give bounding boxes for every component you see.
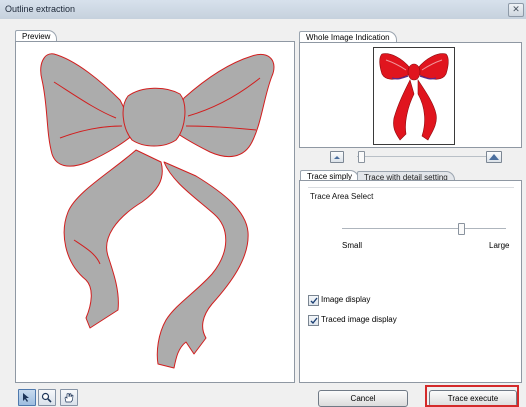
title-bar: Outline extraction ✕ xyxy=(0,0,526,20)
image-display-checkbox[interactable] xyxy=(308,295,319,306)
arrow-pointer-icon xyxy=(23,393,29,402)
traced-image-display-label: Traced image display xyxy=(321,315,397,324)
mountain-large-icon xyxy=(489,154,499,160)
zoom-tool-button[interactable] xyxy=(38,389,56,406)
mountain-small-icon xyxy=(334,156,340,159)
pan-tool-button[interactable] xyxy=(60,389,78,406)
checkmark-icon xyxy=(310,297,318,305)
whole-image-thumbnail[interactable] xyxy=(373,47,455,145)
magnifier-icon xyxy=(41,392,52,403)
trace-area-slider-thumb[interactable] xyxy=(458,223,465,235)
checkmark-icon xyxy=(310,317,318,325)
trace-execute-highlight xyxy=(425,385,519,407)
close-icon: ✕ xyxy=(512,4,520,14)
select-tool-button[interactable] xyxy=(18,389,36,406)
trace-panel: Trace Area Select Small Large Image disp… xyxy=(299,180,522,383)
tab-preview-label: Preview xyxy=(22,32,51,41)
preview-panel[interactable] xyxy=(15,41,295,383)
traced-image-display-checkbox[interactable] xyxy=(308,315,319,326)
trace-area-group: Trace Area Select Small Large xyxy=(308,187,514,250)
whole-image-panel xyxy=(299,42,522,148)
zoom-slider-track[interactable] xyxy=(357,156,497,157)
trace-area-label: Trace Area Select xyxy=(310,192,374,201)
tab-whole-image-label: Whole Image Indication xyxy=(306,33,390,42)
cancel-button[interactable]: Cancel xyxy=(318,390,408,407)
trace-area-slider-track[interactable] xyxy=(342,228,506,229)
image-display-label: Image display xyxy=(321,295,371,304)
red-bow-image xyxy=(379,53,449,141)
close-button[interactable]: ✕ xyxy=(508,3,524,17)
hand-icon xyxy=(64,392,74,403)
cancel-button-label: Cancel xyxy=(350,394,376,403)
traced-outline-image xyxy=(40,53,275,369)
zoom-out-button[interactable] xyxy=(330,151,344,163)
zoom-in-button[interactable] xyxy=(486,151,502,163)
zoom-control xyxy=(330,151,502,165)
window-title: Outline extraction xyxy=(5,4,76,14)
trace-area-max-label: Large xyxy=(489,241,510,250)
trace-area-min-label: Small xyxy=(342,241,363,250)
zoom-slider-thumb[interactable] xyxy=(358,151,365,163)
